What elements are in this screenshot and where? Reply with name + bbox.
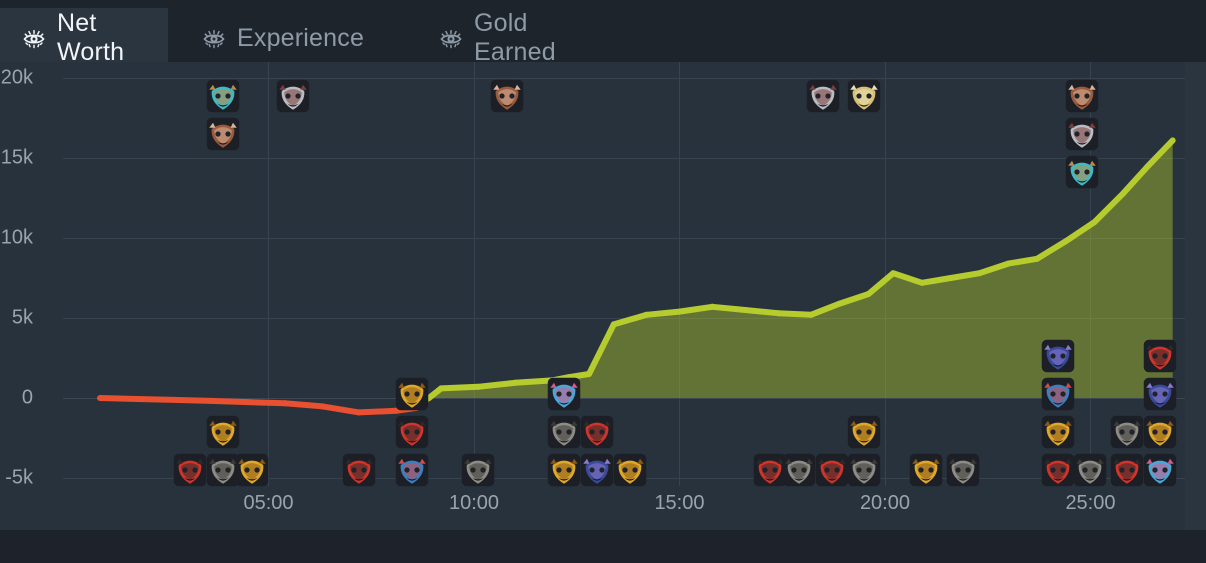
hero-portrait-phoenix xyxy=(396,453,429,487)
death-marker[interactable] xyxy=(1140,412,1180,452)
death-marker[interactable] xyxy=(392,374,432,414)
death-marker[interactable] xyxy=(544,374,584,414)
tab-label: Experience xyxy=(237,23,365,52)
hero-portrait-axe xyxy=(1144,339,1177,373)
kill-marker[interactable] xyxy=(273,76,313,116)
y-axis-tick-label: 20k xyxy=(0,66,33,89)
hero-portrait-axe xyxy=(396,415,429,449)
death-marker[interactable] xyxy=(1140,336,1180,376)
hero-portrait-omniknight xyxy=(848,79,881,113)
death-marker[interactable] xyxy=(392,450,432,490)
hero-portrait-clockwerk xyxy=(1066,117,1099,151)
eye-icon xyxy=(440,29,462,49)
death-marker[interactable] xyxy=(1038,336,1078,376)
hero-portrait-lifestealer xyxy=(207,117,240,151)
hero-portrait-sven xyxy=(946,453,980,487)
death-marker[interactable] xyxy=(1038,412,1078,452)
kill-marker[interactable] xyxy=(487,76,527,116)
hero-portrait-luna xyxy=(548,377,581,411)
kill-markers-layer xyxy=(63,62,1185,522)
tab-gold-earned[interactable]: Gold Earned xyxy=(417,8,615,68)
hero-portrait-phoenix xyxy=(1041,377,1074,411)
death-marker[interactable] xyxy=(458,450,498,490)
tab-experience[interactable]: Experience xyxy=(180,8,405,68)
y-axis-tick-label: 15k xyxy=(0,146,33,169)
hero-portrait-lifestealer xyxy=(490,79,524,113)
death-marker[interactable] xyxy=(610,450,650,490)
hero-portrait-luna xyxy=(1144,453,1177,487)
tab-label: Net Worth xyxy=(57,9,125,66)
hero-portrait-abaddon xyxy=(1144,377,1177,411)
hero-portrait-abaddon xyxy=(1041,339,1074,373)
hero-portrait-sven xyxy=(1074,453,1107,487)
hero-portrait-sven xyxy=(461,453,495,487)
eye-icon xyxy=(22,26,46,50)
hero-portrait-axe xyxy=(342,453,376,487)
death-marker[interactable] xyxy=(906,450,946,490)
hero-portrait-axe xyxy=(581,415,614,449)
death-marker[interactable] xyxy=(1038,374,1078,414)
death-marker[interactable] xyxy=(392,412,432,452)
tab-label: Gold Earned xyxy=(474,9,556,66)
hero-portrait-lifestealer xyxy=(1066,79,1099,113)
y-axis-tick-label: 0 xyxy=(21,386,33,409)
hero-portrait-kunkka xyxy=(1066,155,1099,189)
kill-marker[interactable] xyxy=(1062,76,1102,116)
eye-icon xyxy=(202,26,226,50)
net-worth-graph-widget: Net Worth Experience Gold Earned 20k 15k 10k… xyxy=(0,0,1206,563)
hero-portrait-clockwerk xyxy=(276,79,310,113)
kill-marker[interactable] xyxy=(1062,152,1102,192)
graph-tab-bar: Net Worth Experience Gold Earned xyxy=(0,0,1206,68)
eye-icon xyxy=(439,26,463,50)
death-marker[interactable] xyxy=(844,450,884,490)
death-marker[interactable] xyxy=(1140,374,1180,414)
eye-icon xyxy=(23,29,45,49)
hero-portrait-aegis xyxy=(613,453,647,487)
tab-net-worth[interactable]: Net Worth xyxy=(0,8,168,68)
hero-portrait-sven xyxy=(848,453,881,487)
death-marker[interactable] xyxy=(844,412,884,452)
hero-portrait-aegis xyxy=(207,415,240,449)
hero-portrait-aegis xyxy=(235,453,269,487)
chart-panel-right-edge xyxy=(1185,62,1206,530)
kill-marker[interactable] xyxy=(203,76,243,116)
hero-portrait-clockwerk xyxy=(807,79,840,113)
hero-portrait-aegis xyxy=(1144,415,1177,449)
kill-marker[interactable] xyxy=(203,114,243,154)
death-marker[interactable] xyxy=(577,412,617,452)
death-marker[interactable] xyxy=(203,412,243,452)
kill-marker[interactable] xyxy=(1062,114,1102,154)
hero-portrait-aegis xyxy=(396,377,429,411)
hero-portrait-aegis xyxy=(909,453,943,487)
y-axis-tick-label: 5k xyxy=(11,306,33,329)
y-axis-tick-label: 10k xyxy=(0,226,33,249)
death-marker[interactable] xyxy=(232,450,272,490)
kill-marker[interactable] xyxy=(803,76,843,116)
hero-portrait-aegis xyxy=(1041,415,1074,449)
eye-icon xyxy=(203,29,225,49)
kill-marker[interactable] xyxy=(844,76,884,116)
death-marker[interactable] xyxy=(339,450,379,490)
hero-portrait-aegis xyxy=(848,415,881,449)
hero-portrait-kunkka xyxy=(207,79,240,113)
death-marker[interactable] xyxy=(1070,450,1110,490)
death-marker[interactable] xyxy=(943,450,983,490)
death-marker[interactable] xyxy=(1140,450,1180,490)
y-axis-tick-label: -5k xyxy=(5,466,33,489)
